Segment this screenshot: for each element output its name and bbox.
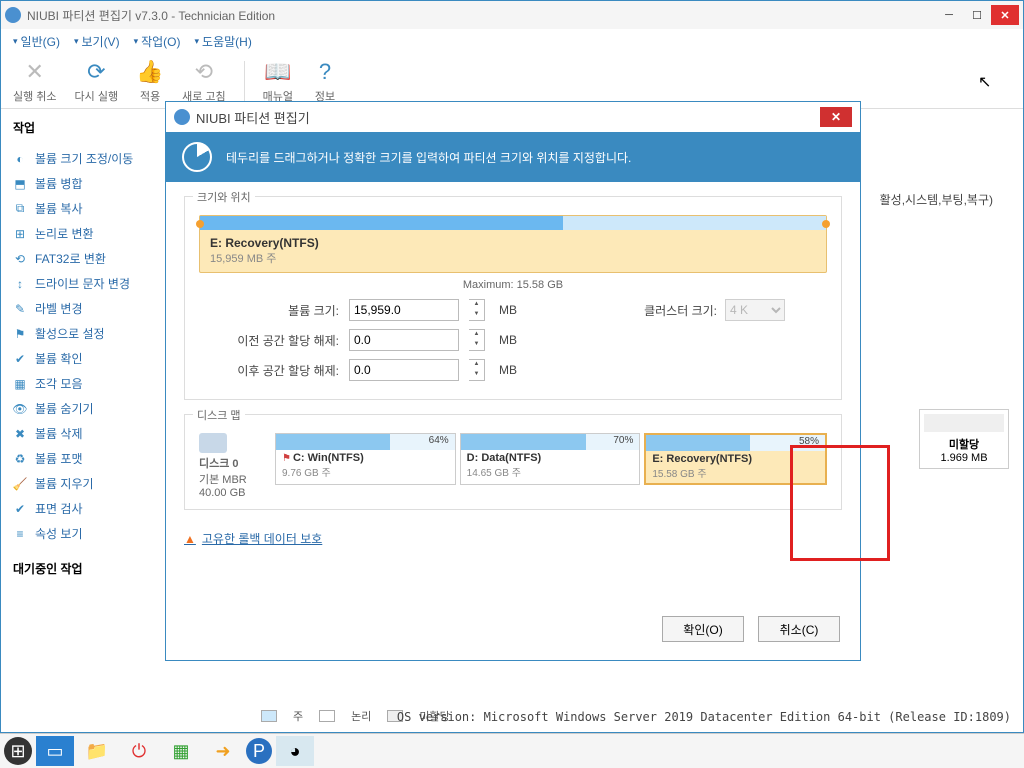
sidebar-icon: ✖ [13, 427, 27, 441]
sidebar-icon: ⧉ [13, 202, 27, 216]
undo-button[interactable]: ✕실행 취소 [13, 58, 57, 104]
sidebar-icon: ⟲ [13, 252, 27, 266]
task-app-4[interactable]: P [246, 738, 272, 764]
after-label: 이후 공간 할당 해제: [199, 362, 339, 379]
sidebar-icon: ↕ [13, 277, 27, 291]
left-handle[interactable] [196, 220, 204, 228]
dialog-close-button[interactable]: ✕ [820, 107, 852, 127]
resize-dialog: NIUBI 파티션 편집기 ✕ 테두리를 드래그하거나 정확한 크기를 입력하여… [165, 101, 861, 661]
sidebar-icon: ✎ [13, 302, 27, 316]
maximum-text: Maximum: 15.58 GB [199, 279, 827, 291]
title-bar: NIUBI 파티션 편집기 v7.3.0 - Technician Editio… [1, 1, 1023, 29]
refresh-button[interactable]: ⟲새로 고침 [182, 58, 226, 104]
size-position-fieldset: 크기와 위치 E: Recovery(NTFS) 15,959 MB 주 Max… [184, 196, 842, 400]
rollback-link[interactable]: ▲ 고유한 롤백 데이터 보호 [184, 530, 842, 547]
app-icon [5, 7, 21, 23]
info-button[interactable]: ?정보 [311, 58, 339, 104]
menu-bar: ▾일반(G) ▾보기(V) ▾작업(O) ▾도움말(H) [1, 29, 1023, 53]
sidebar-icon: ✔ [13, 352, 27, 366]
dialog-banner: 테두리를 드래그하거나 정확한 크기를 입력하여 파티션 크기와 위치를 지정합… [166, 132, 860, 182]
sidebar-item-2[interactable]: ⧉볼륨 복사 [13, 196, 149, 221]
dialog-app-icon [174, 109, 190, 125]
fire-icon: ▲ [184, 532, 196, 546]
task-explorer[interactable]: 📁 [78, 736, 116, 766]
sidebar-icon: 👁 [13, 402, 27, 416]
after-input[interactable] [349, 359, 459, 381]
sidebar-item-13[interactable]: 🧹볼륨 지우기 [13, 471, 149, 496]
vol-size-spinner[interactable]: ▲▼ [469, 299, 485, 321]
sidebar-item-15[interactable]: ≡속성 보기 [13, 521, 149, 546]
task-app-2[interactable]: ▦ [162, 736, 200, 766]
manual-button[interactable]: 📖매뉴얼 [263, 58, 293, 104]
os-info: OS version: Microsoft Windows Server 201… [397, 710, 1011, 724]
sidebar-icon: ⚑ [13, 327, 27, 341]
sidebar-item-3[interactable]: ⊞논리로 변환 [13, 221, 149, 246]
sidebar-icon: ⬒ [13, 177, 27, 191]
sidebar-icon: ◐ [13, 152, 27, 166]
vol-size-label: 볼륨 크기: [199, 302, 339, 319]
start-button[interactable]: ⊞ [4, 737, 32, 765]
dialog-title: NIUBI 파티션 편집기 [196, 108, 820, 127]
redo-button[interactable]: ⟳다시 실행 [75, 58, 119, 104]
right-handle[interactable] [822, 220, 830, 228]
sidebar: 작업 ◐볼륨 크기 조정/이동⬒볼륨 병합⧉볼륨 복사⊞논리로 변환⟲FAT32… [1, 109, 161, 732]
unallocated-box: 미할당 1.969 MB [919, 409, 1009, 469]
sidebar-item-11[interactable]: ✖볼륨 삭제 [13, 421, 149, 446]
apply-button[interactable]: 👍적용 [136, 58, 164, 104]
menu-general[interactable]: ▾일반(G) [13, 33, 60, 50]
partition-2[interactable]: 58%E: Recovery(NTFS)15.58 GB 주 [644, 433, 827, 485]
window-title: NIUBI 파티션 편집기 v7.3.0 - Technician Editio… [27, 7, 935, 24]
sidebar-item-7[interactable]: ⚑활성으로 설정 [13, 321, 149, 346]
minimize-button[interactable]: ─ [935, 5, 963, 25]
cursor-icon: ↖ [978, 72, 991, 92]
dialog-title-bar: NIUBI 파티션 편집기 ✕ [166, 102, 860, 132]
sidebar-icon: 🧹 [13, 477, 27, 491]
sidebar-icon: ♻ [13, 452, 27, 466]
sidebar-item-9[interactable]: ▦조각 모음 [13, 371, 149, 396]
task-app-1[interactable]: ▭ [36, 736, 74, 766]
sidebar-item-14[interactable]: ✔표면 검사 [13, 496, 149, 521]
before-input[interactable] [349, 329, 459, 351]
pending-heading: 대기중인 작업 [13, 560, 149, 577]
size-bar[interactable]: E: Recovery(NTFS) 15,959 MB 주 [199, 215, 827, 273]
sidebar-item-1[interactable]: ⬒볼륨 병합 [13, 171, 149, 196]
disk-info: 디스크 0 기본 MBR 40.00 GB [199, 433, 269, 499]
sidebar-item-8[interactable]: ✔볼륨 확인 [13, 346, 149, 371]
sidebar-item-6[interactable]: ✎라벨 변경 [13, 296, 149, 321]
menu-help[interactable]: ▾도움말(H) [195, 33, 252, 50]
ok-button[interactable]: 확인(O) [662, 616, 744, 642]
disk-icon [199, 433, 227, 453]
disk-map-fieldset: 디스크 맵 디스크 0 기본 MBR 40.00 GB 64%⚑C: Win(N… [184, 414, 842, 510]
close-button[interactable]: ✕ [991, 5, 1019, 25]
sidebar-icon: ≡ [13, 527, 27, 541]
maximize-button[interactable]: ☐ [963, 5, 991, 25]
task-power[interactable]: ⏻ [120, 736, 158, 766]
menu-view[interactable]: ▾보기(V) [74, 33, 120, 50]
sidebar-heading: 작업 [13, 119, 149, 136]
cluster-label: 클러스터 크기: [577, 302, 717, 319]
sidebar-icon: ✔ [13, 502, 27, 516]
bg-flags: 활성,시스템,부팅,복구) [880, 191, 993, 208]
sidebar-icon: ▦ [13, 377, 27, 391]
sidebar-item-4[interactable]: ⟲FAT32로 변환 [13, 246, 149, 271]
sidebar-icon: ⊞ [13, 227, 27, 241]
sidebar-item-12[interactable]: ♻볼륨 포맷 [13, 446, 149, 471]
cancel-button[interactable]: 취소(C) [758, 616, 840, 642]
sidebar-item-10[interactable]: 👁볼륨 숨기기 [13, 396, 149, 421]
menu-work[interactable]: ▾작업(O) [134, 33, 181, 50]
cluster-select[interactable]: 4 K [725, 299, 785, 321]
vol-size-input[interactable] [349, 299, 459, 321]
partition-0[interactable]: 64%⚑C: Win(NTFS)9.76 GB 주 [275, 433, 456, 485]
before-label: 이전 공간 할당 해제: [199, 332, 339, 349]
task-app-3[interactable]: ➜ [204, 736, 242, 766]
pie-icon [182, 142, 212, 172]
after-spinner[interactable]: ▲▼ [469, 359, 485, 381]
task-niubi[interactable]: ◕ [276, 736, 314, 766]
before-spinner[interactable]: ▲▼ [469, 329, 485, 351]
partition-1[interactable]: 70%D: Data(NTFS)14.65 GB 주 [460, 433, 641, 485]
sidebar-item-0[interactable]: ◐볼륨 크기 조정/이동 [13, 146, 149, 171]
taskbar: ⊞ ▭ 📁 ⏻ ▦ ➜ P ◕ [0, 733, 1024, 768]
flag-icon: ⚑ [282, 453, 291, 464]
sidebar-item-5[interactable]: ↕드라이브 문자 변경 [13, 271, 149, 296]
